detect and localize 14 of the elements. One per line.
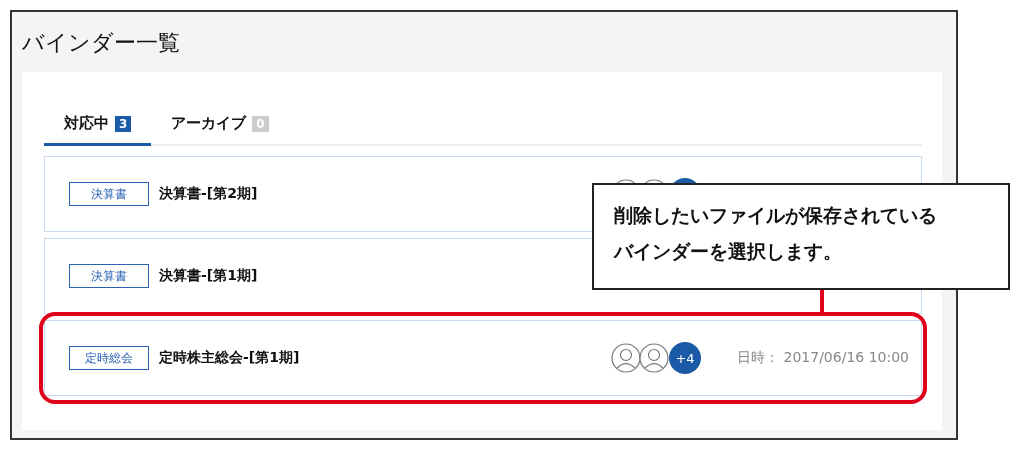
date-text: 日時： 2017/06/16 10:00 [736, 349, 909, 367]
member-count-badge: +4 [669, 342, 701, 374]
binder-name: 定時株主総会-[第1期] [159, 349, 300, 367]
category-tag: 決算書 [69, 182, 149, 206]
page-title: バインダー一覧 [21, 29, 181, 56]
avatar-icon [639, 343, 669, 373]
tab[interactable]: 対応中 3 [44, 104, 152, 146]
binder-name: 決算書-[第2期] [159, 185, 258, 203]
category-tag: 定時総会 [69, 346, 149, 370]
binder-name: 決算書-[第1期] [159, 267, 258, 285]
binder-row[interactable]: 定時総会 定時株主総会-[第1期] +4 日時： 2017/06/16 10:00 [44, 320, 922, 396]
count-badge: 3 [115, 115, 132, 132]
avatar-icon [611, 343, 641, 373]
category-tag: 決算書 [69, 264, 149, 288]
